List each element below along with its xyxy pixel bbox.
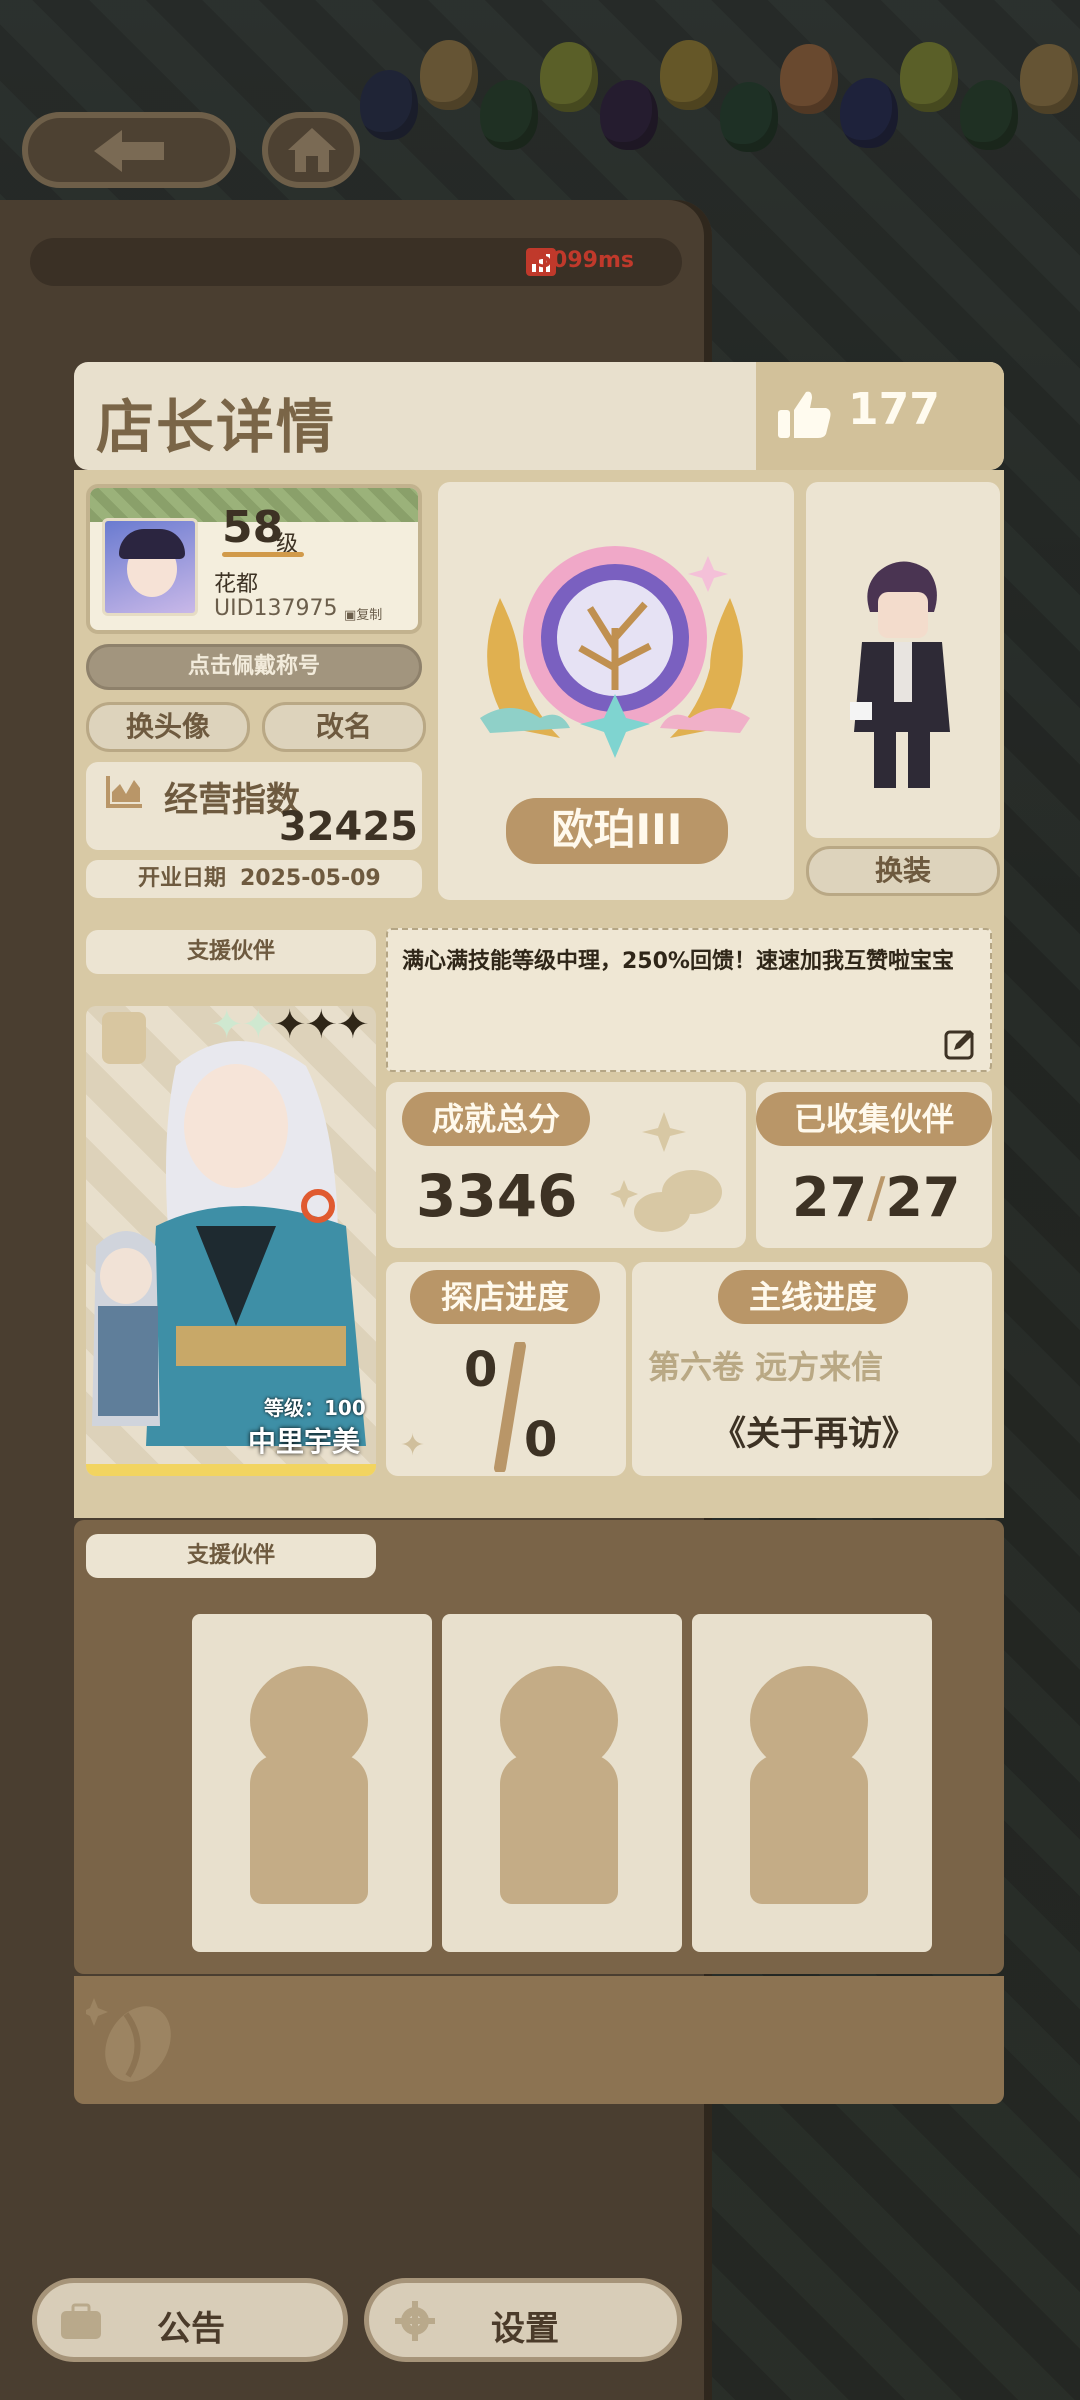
explore-progress-label: 探店进度 <box>410 1270 600 1324</box>
signature-text: 满心满技能等级中理，250%回馈！速速加我互赞啦宝宝 <box>402 949 954 974</box>
support-partner-slots-label: 支援伙伴 <box>86 1534 376 1578</box>
back-button[interactable] <box>22 112 236 188</box>
bottom-banner <box>74 1976 1004 2104</box>
change-avatar-button[interactable]: 换头像 <box>86 702 250 752</box>
achievement-value: 3346 <box>416 1162 578 1230</box>
player-name: 花都 <box>214 572 259 597</box>
collected-value: 27 <box>792 1166 868 1229</box>
collected-partners-label: 已收集伙伴 <box>756 1092 992 1146</box>
main-story-volume: 第六卷 远方来信 <box>648 1348 884 1386</box>
home-icon <box>288 128 336 172</box>
collected-partners-count: 27/27 <box>792 1166 961 1229</box>
like-button[interactable]: 177 <box>756 362 1004 470</box>
main-story-chapter: 《关于再访》 <box>712 1414 916 1454</box>
edit-icon[interactable] <box>944 1028 976 1060</box>
support-partner-label: 支援伙伴 <box>86 930 376 974</box>
partner-rarity-bar <box>86 1464 376 1476</box>
wear-title-button[interactable]: 点击佩戴称号 <box>86 644 422 690</box>
change-outfit-button[interactable]: 换装 <box>806 846 1000 896</box>
player-uid: UID137975 <box>214 596 338 621</box>
partner-level: 等级：100 <box>264 1396 366 1420</box>
avatar[interactable] <box>102 518 198 616</box>
thumbs-up-icon <box>778 391 831 438</box>
page-title: 店长详情 <box>96 393 337 461</box>
profile-card: 58 级 花都 UID137975 ▣复制 <box>86 484 422 634</box>
support-partner-card[interactable]: ✦✦✦✦✦ 等级：100 中里宇美 <box>86 1006 376 1476</box>
chart-icon <box>106 776 142 808</box>
briefcase-icon <box>61 2303 101 2339</box>
copy-label: 复制 <box>356 608 383 623</box>
open-date-value: 2025-05-09 <box>240 866 381 891</box>
collected-total: 27 <box>885 1166 961 1229</box>
partner-slot-1[interactable] <box>192 1614 432 1952</box>
fraction-separator: / <box>867 1166 886 1229</box>
explore-progress-total: 0 <box>524 1412 558 1468</box>
partner-name: 中里宇美 <box>248 1425 361 1458</box>
level-progress-bar <box>222 552 304 557</box>
opal-rank-emblem-icon <box>480 546 750 758</box>
network-status-bar: 5099ms <box>30 238 682 286</box>
rank-card: 欧珀III <box>438 482 794 900</box>
partner-slot-3[interactable] <box>692 1614 932 1952</box>
open-date-label: 开业日期 <box>138 866 227 891</box>
shopkeeper-detail-header: 店长详情 177 <box>74 362 1004 470</box>
gear-icon <box>395 2301 435 2341</box>
latency-text: 5099ms <box>536 248 634 273</box>
character-sprite-icon <box>850 561 950 788</box>
notice-label: 公告 <box>157 2309 225 2349</box>
home-button[interactable] <box>262 112 360 188</box>
settings-button[interactable]: 设置 <box>364 2278 682 2362</box>
outfit-card <box>806 482 1000 838</box>
coffee-bean-icon <box>610 1112 722 1232</box>
notice-button[interactable]: 公告 <box>32 2278 348 2362</box>
rename-button[interactable]: 改名 <box>262 702 426 752</box>
main-story-progress-card: 主线进度 第六卷 远方来信 《关于再访》 <box>632 1262 992 1476</box>
business-index-value: 32425 <box>278 804 418 850</box>
partner-slot-2[interactable] <box>442 1614 682 1952</box>
rank-label: 欧珀III <box>506 798 728 864</box>
business-index-card: 经营指数 32425 <box>86 762 422 850</box>
level-number: 58 <box>222 502 284 553</box>
sparkle-icon: ✦ <box>400 1428 426 1463</box>
achievement-card: 成就总分 3346 <box>386 1082 746 1248</box>
copy-uid-button[interactable]: ▣复制 <box>344 604 382 623</box>
explore-progress-card: 探店进度 0 0 ✦ <box>386 1262 626 1476</box>
arrow-left-icon <box>94 130 164 172</box>
signature-box[interactable]: 满心满技能等级中理，250%回馈！速速加我互赞啦宝宝 <box>386 928 992 1072</box>
settings-label: 设置 <box>491 2309 559 2349</box>
main-story-label: 主线进度 <box>718 1270 908 1324</box>
collected-partners-card: 已收集伙伴 27/27 <box>756 1082 992 1248</box>
open-date-row: 开业日期 2025-05-09 <box>86 860 422 898</box>
like-count: 177 <box>848 384 940 435</box>
coffee-bean-icon <box>86 1998 171 2082</box>
copy-icon: ▣ <box>344 608 357 623</box>
achievement-label: 成就总分 <box>402 1092 590 1146</box>
